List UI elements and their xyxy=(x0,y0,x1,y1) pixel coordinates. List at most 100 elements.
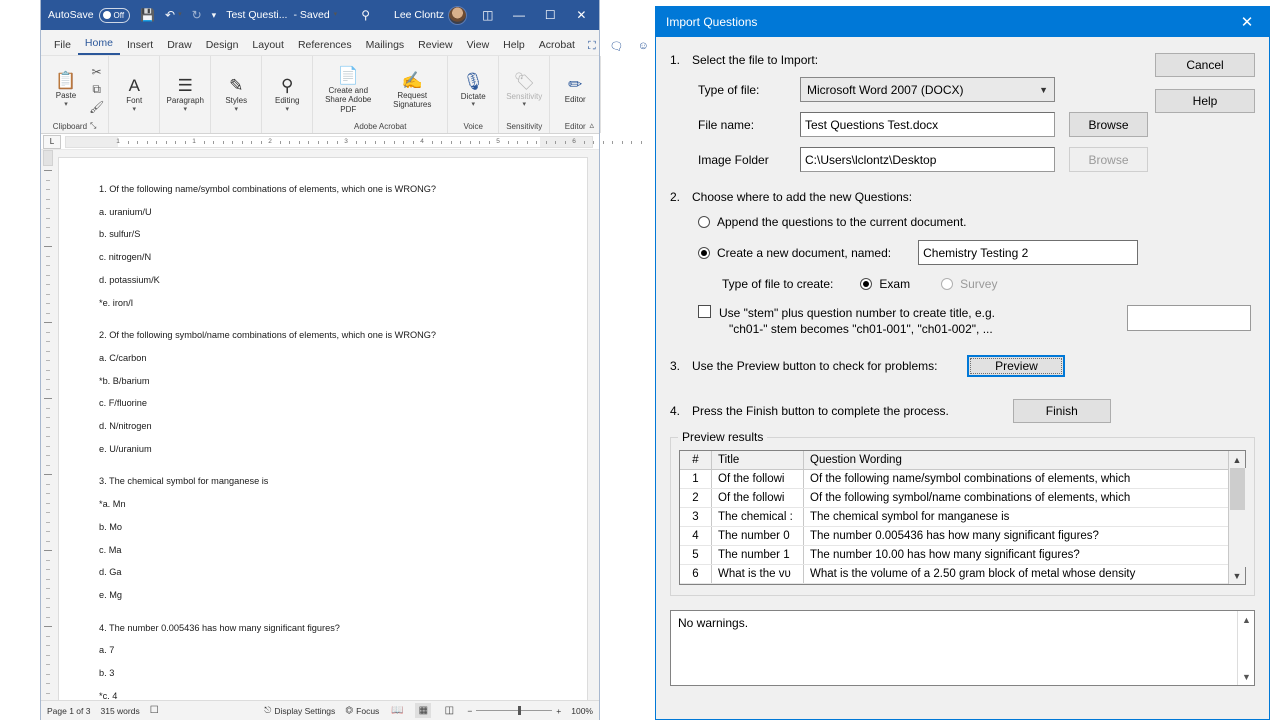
ribbon-tab-file[interactable]: File xyxy=(47,36,78,55)
ribbon-tab-help[interactable]: Help xyxy=(496,36,532,55)
request-signatures-button[interactable]: ✍ Request Signatures xyxy=(381,71,443,109)
finish-button[interactable]: Finish xyxy=(1012,399,1111,424)
ribbon-tab-view[interactable]: View xyxy=(460,36,497,55)
zoom-out-button[interactable]: − xyxy=(467,706,472,716)
document-line[interactable]: *a. Mn xyxy=(99,499,559,509)
format-painter-icon[interactable]: 🖌 xyxy=(89,100,104,114)
table-row[interactable]: 3 The chemical : The chemical symbol for m… xyxy=(680,508,1228,528)
document-line[interactable]: 3. The chemical symbol for manganese is xyxy=(99,476,559,486)
document-line[interactable]: c. F/fluorine xyxy=(99,398,559,408)
copy-icon[interactable]: ⧉ xyxy=(92,82,101,97)
ribbon-tab-acrobat[interactable]: Acrobat xyxy=(532,36,582,55)
tab-stop-selector[interactable]: L xyxy=(43,134,61,149)
column-header-wording[interactable]: Question Wording xyxy=(804,451,1228,469)
warnings-box[interactable]: No warnings. ▲ ▼ xyxy=(670,610,1255,687)
editing-button[interactable]: ⚲ Editing ▾ xyxy=(266,76,308,112)
zoom-level[interactable]: 100% xyxy=(571,706,593,716)
document-line[interactable]: a. C/carbon xyxy=(99,353,559,363)
ribbon-tab-mailings[interactable]: Mailings xyxy=(359,36,412,55)
web-layout-icon[interactable]: ◫ xyxy=(441,703,457,718)
chevron-down-icon[interactable]: ▾ xyxy=(234,106,238,113)
table-row[interactable]: 6 What is the vυ What is the volume of a 2… xyxy=(680,565,1228,585)
ribbon-tab-references[interactable]: References xyxy=(291,36,359,55)
table-row[interactable]: 1 Of the followi Of the following name/sym… xyxy=(680,470,1228,490)
focus-button[interactable]: ⏣ Focus xyxy=(345,706,379,716)
create-new-option-row[interactable]: Create a new document, named: Chemistry … xyxy=(670,240,1255,265)
document-line[interactable]: d. potassium/K xyxy=(99,275,559,285)
document-line[interactable]: *e. iron/I xyxy=(99,298,559,308)
chevron-down-icon[interactable]: ▾ xyxy=(132,106,136,113)
proofing-errors-icon[interactable]: ☐ xyxy=(150,705,159,716)
file-name-browse-button[interactable]: Browse xyxy=(1069,112,1148,137)
redo-icon[interactable]: ↻ xyxy=(187,1,207,29)
zoom-knob[interactable] xyxy=(518,706,522,715)
share-icon[interactable]: ⛶ xyxy=(582,38,602,55)
document-line[interactable]: d. Ga xyxy=(99,567,559,577)
ribbon-tab-insert[interactable]: Insert xyxy=(120,36,160,55)
ribbon-tab-layout[interactable]: Layout xyxy=(245,36,291,55)
feedback-icon[interactable]: ☺ xyxy=(632,38,655,55)
warnings-scrollbar[interactable]: ▲ ▼ xyxy=(1237,611,1255,686)
styles-button[interactable]: ✎ Styles ▾ xyxy=(215,76,257,112)
chevron-down-icon[interactable]: ▼ xyxy=(1238,668,1255,685)
minimize-button[interactable]: — xyxy=(503,0,534,30)
column-header-number[interactable]: # xyxy=(680,451,712,470)
close-button[interactable]: ✕ xyxy=(566,0,597,30)
word-count[interactable]: 315 words xyxy=(100,706,139,716)
undo-icon[interactable]: ↶ ▾ xyxy=(160,1,187,29)
document-line[interactable]: c. Ma xyxy=(99,545,559,555)
autosave-toggle[interactable]: AutoSave Off xyxy=(43,1,135,29)
document-line[interactable]: *c. 4 xyxy=(99,691,559,700)
font-button[interactable]: A Font ▾ xyxy=(113,76,155,112)
zoom-track[interactable] xyxy=(476,706,553,715)
exam-radio[interactable] xyxy=(860,278,873,290)
document-line[interactable]: e. U/uranium xyxy=(99,444,559,454)
autosave-pill[interactable]: Off xyxy=(98,7,131,23)
table-row[interactable]: 4 The number 0 The number 0.005436 has how… xyxy=(680,527,1228,547)
table-row[interactable]: 2 Of the followi Of the following symbol/n… xyxy=(680,489,1228,509)
chevron-down-icon[interactable]: ▾ xyxy=(522,101,526,108)
paragraph-button[interactable]: ☰ Paragraph ▾ xyxy=(164,76,206,112)
document-line[interactable]: a. 7 xyxy=(99,645,559,655)
preview-scroll-track[interactable] xyxy=(1228,468,1246,568)
ribbon-tab-home[interactable]: Home xyxy=(77,34,120,55)
user-account[interactable]: Lee Clontz xyxy=(389,1,472,29)
save-icon[interactable]: 💾 xyxy=(135,1,160,29)
ribbon-tab-draw[interactable]: Draw xyxy=(160,36,199,55)
stem-input[interactable] xyxy=(1127,305,1251,331)
document-line[interactable]: *b. B/barium xyxy=(99,376,559,386)
dictate-button[interactable]: 🎙 Dictate ▾ xyxy=(452,72,494,108)
customize-quick-access-icon[interactable]: ▾ xyxy=(207,1,222,29)
create-new-radio[interactable] xyxy=(698,246,710,259)
ribbon-tab-review[interactable]: Review xyxy=(411,36,459,55)
ribbon-display-options-icon[interactable]: ◫ xyxy=(472,0,503,30)
file-name-input[interactable]: Test Questions Test.docx xyxy=(800,112,1055,137)
create-and-share-adobe-pdf-button[interactable]: 📄 Create and Share Adobe PDF xyxy=(317,66,379,114)
column-header-title[interactable]: Title xyxy=(712,451,804,470)
document-line[interactable]: a. uranium/U xyxy=(99,207,559,217)
chevron-down-icon[interactable]: ▾ xyxy=(471,101,475,108)
dialog-launcher-icon[interactable]: ⤡ xyxy=(90,121,96,131)
preview-results-grid[interactable]: # Title Question Wording 1 Of the followi… xyxy=(679,450,1246,586)
search-icon[interactable]: ⚲ xyxy=(356,1,375,29)
chevron-down-icon[interactable]: ▾ xyxy=(64,101,68,108)
append-radio[interactable] xyxy=(698,216,710,228)
read-mode-icon[interactable]: 📖 xyxy=(389,703,405,718)
preview-button[interactable]: Preview xyxy=(967,355,1066,378)
preview-scrollbar[interactable]: ▲ ▼ xyxy=(1228,451,1246,585)
chevron-down-icon[interactable]: ▼ xyxy=(1229,567,1246,584)
paste-button[interactable]: 📋 Paste ▾ xyxy=(45,71,87,107)
type-of-file-select[interactable]: Microsoft Word 2007 (DOCX) ▼ xyxy=(800,77,1055,102)
document-line[interactable]: 2. Of the following symbol/name combinat… xyxy=(99,330,559,340)
cut-icon[interactable]: ✂ xyxy=(92,65,102,79)
table-row[interactable]: 5 The number 1 The number 10.00 has how ma… xyxy=(680,546,1228,566)
close-icon[interactable]: ✕ xyxy=(1225,7,1269,37)
comments-icon[interactable]: 🗨 xyxy=(604,38,630,55)
help-button[interactable]: Help xyxy=(1155,89,1255,113)
chevron-up-icon[interactable]: ▲ xyxy=(1238,611,1255,628)
document-line[interactable]: 4. The number 0.005436 has how many sign… xyxy=(99,623,559,633)
preview-scroll-thumb[interactable] xyxy=(1229,468,1245,511)
zoom-in-button[interactable]: + xyxy=(556,706,561,716)
collapse-ribbon-icon[interactable]: ▵ xyxy=(589,120,594,131)
ribbon-tab-design[interactable]: Design xyxy=(199,36,246,55)
